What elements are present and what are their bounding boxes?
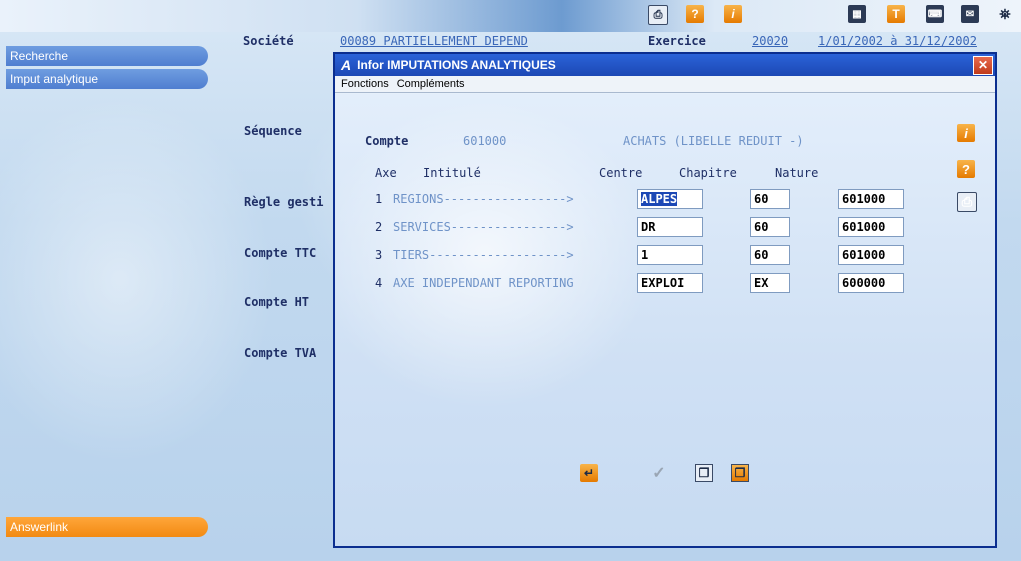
validate-icon[interactable]: ✓ <box>650 464 668 482</box>
mail-icon[interactable]: ✉ <box>961 5 979 23</box>
row-1-intitule: REGIONS-----------------> <box>393 192 574 206</box>
col-centre: Centre <box>599 166 643 180</box>
col-intitule: Intitulé <box>423 166 481 180</box>
col-chapitre: Chapitre <box>679 166 737 180</box>
menu-complements[interactable]: Compléments <box>397 78 465 90</box>
row-2-centre-input[interactable]: DR <box>637 217 703 237</box>
row-4-num: 4 <box>375 276 383 290</box>
row-3-nature-input[interactable]: 601000 <box>838 245 904 265</box>
col-nature: Nature <box>775 166 819 180</box>
row-2-intitule: SERVICES----------------> <box>393 220 574 234</box>
network-icon[interactable]: ⛯ <box>996 5 1014 23</box>
societe-label: Société <box>243 34 294 48</box>
row-3-num: 3 <box>375 248 383 262</box>
compte-tva-label: Compte TVA <box>244 346 317 360</box>
compte-ht-label: Compte HT <box>244 295 310 309</box>
row-1-num: 1 <box>375 192 383 206</box>
row-1-chapitre-input[interactable]: 60 <box>750 189 790 209</box>
imputations-dialog: A Infor IMPUTATIONS ANALYTIQUES ✕ Foncti… <box>333 52 997 548</box>
exercice-value[interactable]: 20020 <box>752 34 788 50</box>
print-icon[interactable]: ⎙ <box>648 5 668 25</box>
row-1-nature-input[interactable]: 601000 <box>838 189 904 209</box>
date-range[interactable]: 1/01/2002 à 31/12/2002 <box>818 34 977 50</box>
col-axe: Axe <box>375 166 397 180</box>
compte-description: ACHATS (LIBELLE REDUIT -) <box>623 134 804 148</box>
dialog-title: Infor IMPUTATIONS ANALYTIQUES <box>357 58 556 72</box>
row-3-centre-input[interactable]: 1 <box>637 245 703 265</box>
dialog-titlebar[interactable]: A Infor IMPUTATIONS ANALYTIQUES ✕ <box>335 54 995 76</box>
sequence-label: Séquence <box>244 124 302 138</box>
regle-label: Règle gesti <box>244 195 324 209</box>
sidebar-item-answerlink[interactable]: Answerlink <box>6 517 208 537</box>
row-3-intitule: TIERS-------------------> <box>393 248 574 262</box>
paste-icon[interactable]: ❐ <box>731 464 749 482</box>
row-1-centre-input[interactable]: ALPES <box>637 189 703 209</box>
app-logo-icon: A <box>341 57 352 73</box>
help-icon[interactable]: ? <box>957 160 975 178</box>
exercice-label: Exercice <box>648 34 706 48</box>
return-icon[interactable]: ↵ <box>580 464 598 482</box>
row-4-chapitre-input[interactable]: EX <box>750 273 790 293</box>
compte-value: 601000 <box>463 134 507 148</box>
row-2-num: 2 <box>375 220 383 234</box>
menu-fonctions[interactable]: Fonctions <box>341 78 389 90</box>
sidebar-item-imput-analytique[interactable]: Imput analytique <box>6 69 208 89</box>
info-icon[interactable]: i <box>957 124 975 142</box>
row-2-nature-input[interactable]: 601000 <box>838 217 904 237</box>
text-icon[interactable]: T <box>887 5 905 23</box>
sidebar-item-recherche[interactable]: Recherche <box>6 46 208 66</box>
row-3-chapitre-input[interactable]: 60 <box>750 245 790 265</box>
copy-icon[interactable]: ❐ <box>695 464 713 482</box>
row-2-chapitre-input[interactable]: 60 <box>750 217 790 237</box>
dialog-menubar: Fonctions Compléments <box>335 76 995 93</box>
dialog-content: Compte 601000 ACHATS (LIBELLE REDUIT -) … <box>335 94 995 546</box>
compte-ttc-label: Compte TTC <box>244 246 317 260</box>
help-icon[interactable]: ? <box>686 5 704 23</box>
row-4-centre-input[interactable]: EXPLOI <box>637 273 703 293</box>
societe-value[interactable]: 00089 PARTIELLEMENT DEPEND <box>340 34 528 50</box>
top-toolbar <box>0 0 1021 32</box>
row-4-nature-input[interactable]: 600000 <box>838 273 904 293</box>
calculator-icon[interactable]: ▦ <box>848 5 866 23</box>
info-icon[interactable]: i <box>724 5 742 23</box>
compte-label: Compte <box>365 134 409 148</box>
print-icon[interactable]: ⎙ <box>957 192 977 212</box>
row-4-intitule: AXE INDEPENDANT REPORTING <box>393 276 574 290</box>
keyboard-icon[interactable]: ⌨ <box>926 5 944 23</box>
close-button[interactable]: ✕ <box>973 56 993 75</box>
